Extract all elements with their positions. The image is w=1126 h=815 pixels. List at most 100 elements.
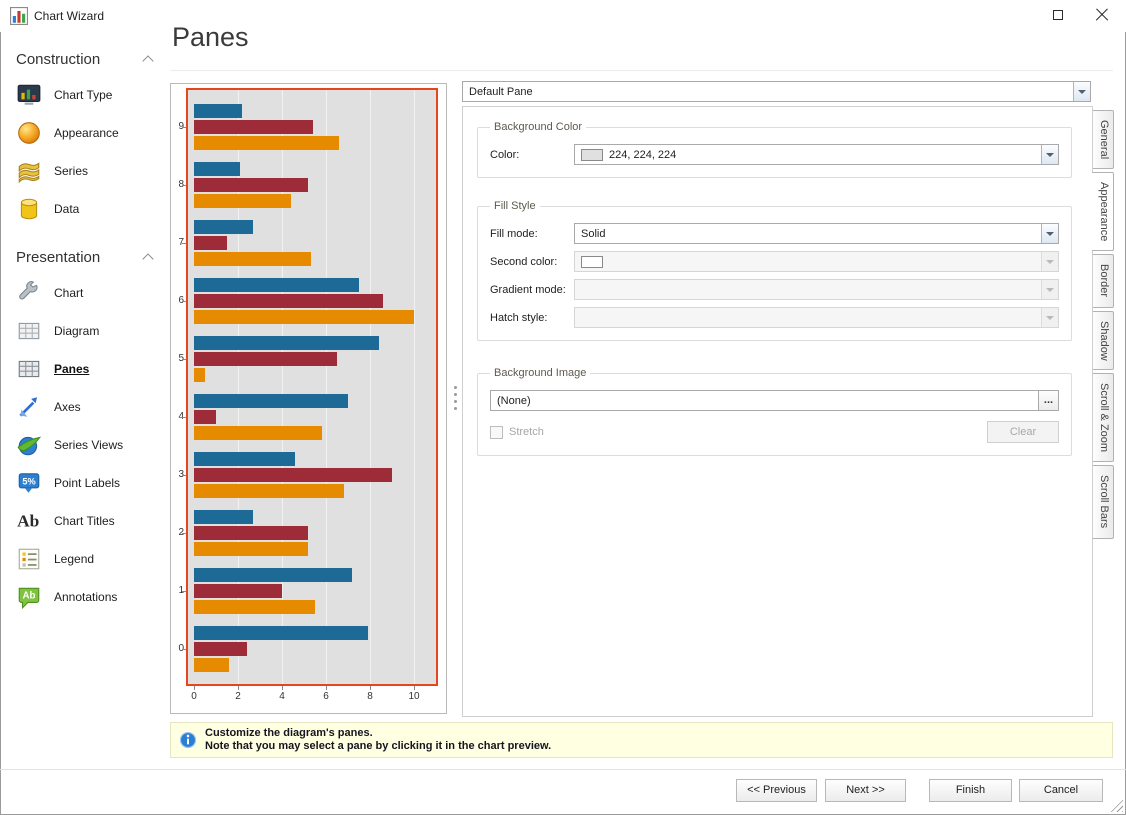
dropdown-arrow-icon[interactable] (1041, 224, 1058, 243)
gridline (370, 90, 371, 684)
dropdown-arrow-icon[interactable] (1073, 82, 1090, 101)
bar-series-2-cat-7 (194, 236, 227, 250)
browse-button[interactable]: ... (1038, 391, 1058, 410)
bar-series-2-cat-4 (194, 410, 216, 424)
background-color-group: Background Color Color: 224, 224, 224 (477, 121, 1072, 178)
bar-series-2-cat-3 (194, 468, 392, 482)
bar-series-2-cat-2 (194, 526, 308, 540)
bar-series-3-cat-6 (194, 310, 414, 324)
x-tick (414, 686, 415, 690)
y-tick (182, 475, 186, 476)
pane-tabs: General Appearance Border ShadowScroll & Zo… (1093, 110, 1114, 539)
footer-divider (0, 769, 1126, 770)
sidebar-item-label: Legend (54, 552, 94, 566)
sidebar-item-label: Chart (54, 286, 83, 300)
sidebar-item-series-views[interactable]: Series Views (0, 426, 168, 464)
maximize-button[interactable] (1036, 0, 1080, 30)
tab-shadow[interactable]: Shadow (1093, 311, 1114, 371)
background-image-title: Background Image (490, 367, 590, 379)
x-tick (194, 686, 195, 690)
bar-series-1-cat-3 (194, 452, 295, 466)
bar-series-3-cat-8 (194, 194, 291, 208)
sidebar-group-presentation: Presentation Chart Diagram PanesAxes Series … (0, 236, 168, 616)
resize-grip[interactable] (1109, 798, 1123, 812)
sidebar-item-series[interactable]: Series (0, 152, 168, 190)
bar-series-1-cat-2 (194, 510, 253, 524)
sidebar-item-diagram[interactable]: Diagram (0, 312, 168, 350)
color-label: Color: (490, 149, 574, 161)
sidebar-item-chart-type[interactable]: Chart Type (0, 76, 168, 114)
dropdown-arrow-icon (1041, 280, 1058, 299)
y-tick (182, 417, 186, 418)
info-text: Customize the diagram's panes. Note that… (205, 727, 551, 753)
bar-series-3-cat-5 (194, 368, 205, 382)
svg-text:Ab: Ab (17, 511, 39, 530)
bar-series-1-cat-1 (194, 568, 352, 582)
finish-button[interactable]: Finish (929, 779, 1012, 802)
info-line-1: Customize the diagram's panes. (205, 727, 551, 740)
bar-series-3-cat-9 (194, 136, 339, 150)
page-title: Panes (172, 22, 249, 53)
tab-general[interactable]: General (1093, 110, 1114, 169)
fill-mode-combo[interactable]: Solid (574, 223, 1059, 244)
hatch-style-combo (574, 307, 1059, 328)
sidebar-group-header-presentation[interactable]: Presentation (0, 240, 168, 274)
hatch-style-row: Hatch style: (490, 307, 1059, 328)
pane-selector-value: Default Pane (469, 86, 1073, 98)
previous-button[interactable]: << Previous (736, 779, 817, 802)
background-image-value: (None) (497, 395, 1038, 407)
y-tick (182, 243, 186, 244)
color-swatch (581, 149, 603, 161)
axes-icon (16, 394, 42, 420)
sidebar-item-label: Diagram (54, 324, 99, 338)
second-color-label: Second color: (490, 256, 574, 268)
dropdown-arrow-icon[interactable] (1041, 145, 1058, 164)
sidebar-item-chart-titles[interactable]: AbChart Titles (0, 502, 168, 540)
sidebar-item-data[interactable]: Data (0, 190, 168, 228)
bar-series-2-cat-9 (194, 120, 313, 134)
sidebar-group-label: Construction (16, 51, 100, 68)
sidebar-item-appearance[interactable]: Appearance (0, 114, 168, 152)
stretch-row: Stretch Clear (490, 421, 1059, 443)
bar-series-1-cat-7 (194, 220, 253, 234)
x-tick (370, 686, 371, 690)
bar-series-1-cat-0 (194, 626, 368, 640)
y-tick (182, 591, 186, 592)
point-labels-icon: 5% (16, 470, 42, 496)
background-image-combo[interactable]: (None) ... (490, 390, 1059, 411)
sidebar-item-point-labels[interactable]: 5%Point Labels (0, 464, 168, 502)
tab-appearance[interactable]: Appearance (1092, 172, 1114, 251)
sidebar-item-chart[interactable]: Chart (0, 274, 168, 312)
close-button[interactable] (1080, 0, 1124, 30)
bar-series-1-cat-6 (194, 278, 359, 292)
sidebar-item-panes[interactable]: Panes (0, 350, 168, 388)
sidebar-item-annotations[interactable]: AbAnnotations (0, 578, 168, 616)
sidebar-item-axes[interactable]: Axes (0, 388, 168, 426)
bar-series-1-cat-4 (194, 394, 348, 408)
cancel-button[interactable]: Cancel (1019, 779, 1103, 802)
sidebar-item-label: Series (54, 164, 88, 178)
color-combo[interactable]: 224, 224, 224 (574, 144, 1059, 165)
panes-icon (16, 356, 42, 382)
tab-border[interactable]: Border (1093, 254, 1114, 307)
x-tick (238, 686, 239, 690)
bar-series-1-cat-8 (194, 162, 240, 176)
chevron-up-icon (142, 253, 153, 264)
sidebar-group-header-construction[interactable]: Construction (0, 42, 168, 76)
chart-icon (16, 280, 42, 306)
x-axis-label: 6 (316, 691, 336, 702)
bar-series-2-cat-0 (194, 642, 247, 656)
tab-scroll-zoom[interactable]: Scroll & Zoom (1093, 373, 1114, 462)
x-axis-label: 10 (404, 691, 424, 702)
pane-selector[interactable]: Default Pane (462, 81, 1091, 102)
sidebar-item-legend[interactable]: Legend (0, 540, 168, 578)
next-button[interactable]: Next >> (825, 779, 906, 802)
splitter-handle[interactable] (452, 382, 458, 414)
color-value: 224, 224, 224 (609, 149, 1041, 161)
tab-scroll-bars[interactable]: Scroll Bars (1093, 465, 1114, 538)
sidebar-item-label: Annotations (54, 590, 117, 604)
sidebar-item-label: Series Views (54, 438, 123, 452)
bar-series-3-cat-0 (194, 658, 229, 672)
x-axis-label: 4 (272, 691, 292, 702)
stretch-checkbox (490, 426, 503, 439)
